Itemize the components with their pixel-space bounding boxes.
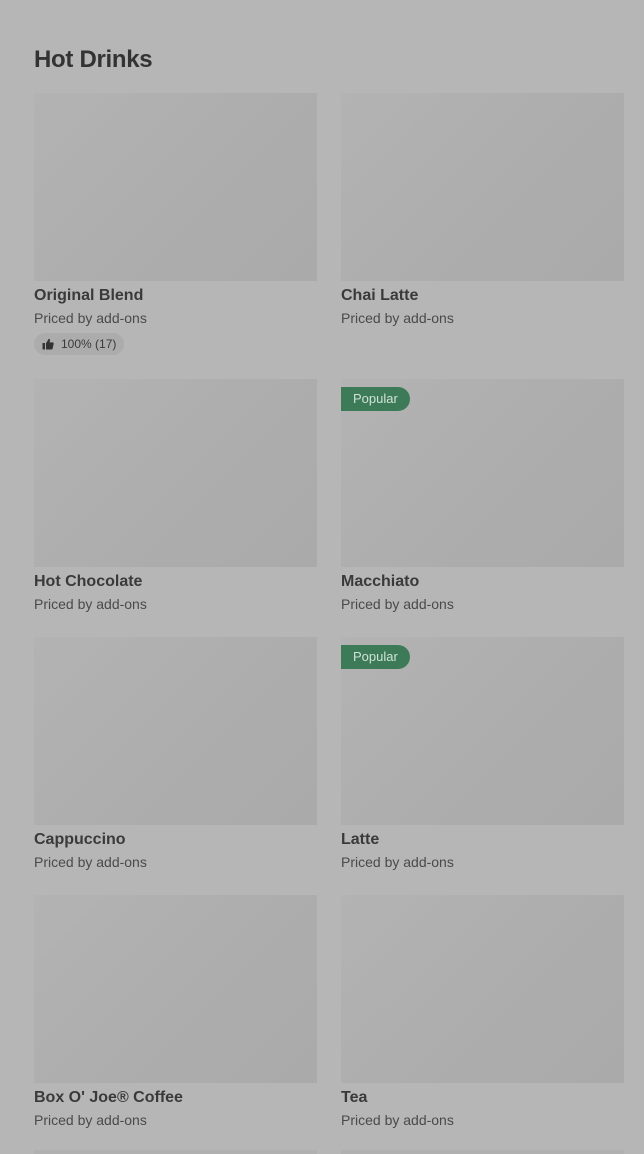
- next-item-image-peek[interactable]: [34, 1150, 317, 1154]
- item-image[interactable]: Popular: [341, 379, 624, 567]
- menu-item-cappuccino[interactable]: Cappuccino Priced by add-ons: [34, 637, 317, 871]
- item-image[interactable]: Popular: [341, 637, 624, 825]
- next-item-image-peek[interactable]: [341, 1150, 624, 1154]
- menu-item-chai-latte[interactable]: Chai Latte Priced by add-ons: [341, 93, 624, 327]
- menu-item-macchiato[interactable]: Popular Macchiato Priced by add-ons: [341, 379, 624, 613]
- item-name: Box O' Joe® Coffee: [34, 1089, 183, 1106]
- menu-item-latte[interactable]: Popular Latte Priced by add-ons: [341, 637, 624, 871]
- item-name: Hot Chocolate: [34, 573, 143, 590]
- menu-item-original-blend[interactable]: Original Blend Priced by add-ons 100% (1…: [34, 93, 317, 355]
- section-title: Hot Drinks: [34, 46, 153, 73]
- item-image[interactable]: [34, 895, 317, 1083]
- popular-badge: Popular: [341, 387, 410, 411]
- item-image[interactable]: [34, 93, 317, 281]
- item-name: Latte: [341, 831, 380, 848]
- item-name: Macchiato: [341, 573, 420, 590]
- rating-badge: 100% (17): [34, 333, 125, 355]
- item-price: Priced by add-ons: [341, 854, 454, 870]
- menu-item-hot-chocolate[interactable]: Hot Chocolate Priced by add-ons: [34, 379, 317, 613]
- item-price: Priced by add-ons: [34, 854, 147, 870]
- item-name: Tea: [341, 1089, 368, 1106]
- item-image[interactable]: [341, 93, 624, 281]
- item-name: Original Blend: [34, 287, 144, 304]
- menu-item-box-o-joe-coffee[interactable]: Box O' Joe® Coffee Priced by add-ons: [34, 895, 317, 1129]
- item-price: Priced by add-ons: [34, 310, 147, 326]
- item-price: Priced by add-ons: [341, 310, 454, 326]
- popular-badge: Popular: [341, 645, 410, 669]
- item-name: Cappuccino: [34, 831, 126, 848]
- thumbs-up-icon: [42, 338, 54, 350]
- item-price: Priced by add-ons: [34, 1112, 147, 1128]
- item-image[interactable]: [341, 895, 624, 1083]
- item-price: Priced by add-ons: [341, 1112, 454, 1128]
- menu-item-tea[interactable]: Tea Priced by add-ons: [341, 895, 624, 1129]
- rating-text: 100% (17): [61, 337, 117, 351]
- item-name: Chai Latte: [341, 287, 419, 304]
- item-image[interactable]: [34, 637, 317, 825]
- item-price: Priced by add-ons: [341, 596, 454, 612]
- item-price: Priced by add-ons: [34, 596, 147, 612]
- item-image[interactable]: [34, 379, 317, 567]
